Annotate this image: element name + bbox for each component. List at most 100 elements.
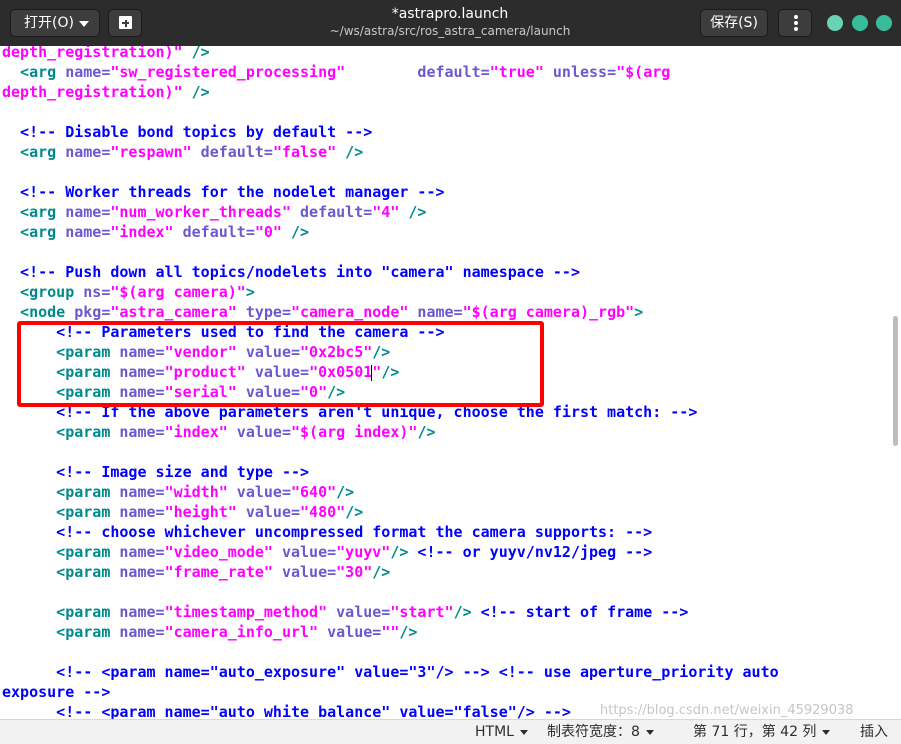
code-token: "video_mode" xyxy=(164,543,273,561)
menu-button[interactable] xyxy=(778,9,812,37)
code-line: <!-- <param name="auto_exposure" value="… xyxy=(2,662,779,682)
code-line: <!-- choose whichever uncompressed forma… xyxy=(2,522,652,542)
open-button[interactable]: 打开(O) xyxy=(10,9,100,37)
code-token: "0" xyxy=(254,223,282,241)
close-button[interactable] xyxy=(876,15,892,31)
code-token: <arg xyxy=(2,143,57,161)
file-path: ~/ws/astra/src/ros_astra_camera/launch xyxy=(329,24,571,38)
code-token: /> xyxy=(372,563,391,581)
code-token: <!-- Disable bond topics by default --> xyxy=(2,123,373,141)
code-token: "index" xyxy=(164,423,228,441)
code-token: /> xyxy=(399,203,427,221)
code-token: /> xyxy=(182,46,210,61)
code-token: "timestamp_method" xyxy=(164,603,328,621)
save-button[interactable]: 保存(S) xyxy=(700,9,768,37)
code-token: <!-- Worker threads for the nodelet mana… xyxy=(2,183,445,201)
code-token: "astra_camera" xyxy=(110,303,237,321)
code-token: "$(arg camera)" xyxy=(110,283,246,301)
code-line: <param name="camera_info_url" value=""/> xyxy=(2,622,417,642)
code-token: value= xyxy=(272,543,337,561)
cursor-position-label: 第 71 行，第 42 列 xyxy=(693,724,817,740)
code-token: /> xyxy=(336,143,364,161)
minimize-button[interactable] xyxy=(827,15,843,31)
code-line: <!-- Image size and type --> xyxy=(2,462,309,482)
code-token: <param xyxy=(2,623,111,641)
insert-mode[interactable]: 插入 xyxy=(860,724,888,741)
code-token: value= xyxy=(227,483,291,501)
code-token: <group xyxy=(2,283,75,301)
code-token: name= xyxy=(110,623,165,641)
code-token: <arg xyxy=(2,203,57,221)
tab-width-selector[interactable]: 制表符宽度：8 xyxy=(547,724,654,741)
code-line: <!-- Disable bond topics by default --> xyxy=(2,122,372,142)
new-document-button[interactable] xyxy=(108,9,142,37)
code-token: <arg xyxy=(2,223,57,241)
code-token: /> xyxy=(417,423,436,441)
code-token: default= xyxy=(291,203,373,221)
code-token: value= xyxy=(272,563,337,581)
menu-dot-icon xyxy=(794,15,798,19)
code-token: <!-- start of frame --> xyxy=(471,603,689,621)
code-token: "$(arg xyxy=(616,63,671,81)
code-token: "480" xyxy=(300,503,346,521)
new-document-icon xyxy=(119,16,132,29)
window-title: *astrapro.launch xyxy=(391,6,509,22)
tab-width-label: 制表符宽度：8 xyxy=(547,724,640,740)
code-token: name= xyxy=(110,503,165,521)
code-token: "camera_info_url" xyxy=(164,623,319,641)
code-token: /> xyxy=(182,83,210,101)
code-token: unless= xyxy=(543,63,617,81)
code-token: default= xyxy=(173,223,255,241)
code-token: <!-- <param name="auto_exposure" value="… xyxy=(2,663,779,681)
code-token: "$(arg camera)_rgb" xyxy=(462,303,635,321)
code-line: <param name="width" value="640"/> xyxy=(2,482,354,502)
code-token: <node xyxy=(2,303,66,321)
code-token: <arg xyxy=(2,63,57,81)
code-token: <!-- Push down all topics/nodelets into … xyxy=(2,263,580,281)
code-token: /> xyxy=(281,223,310,241)
code-token: /> xyxy=(390,543,409,561)
code-token: name= xyxy=(56,223,111,241)
language-selector[interactable]: HTML xyxy=(475,724,528,741)
code-token: "camera_node" xyxy=(291,303,409,321)
code-token: <!-- <param name="auto_white_balance" va… xyxy=(2,703,571,719)
code-token: "width" xyxy=(164,483,228,501)
code-token: <!-- choose whichever uncompressed forma… xyxy=(2,523,653,541)
code-token: name= xyxy=(56,203,111,221)
code-token: <param xyxy=(2,543,111,561)
code-token: name= xyxy=(110,423,165,441)
code-token: <param xyxy=(2,483,111,501)
menu-dot-icon xyxy=(794,27,798,31)
code-token: type= xyxy=(236,303,291,321)
code-token: <param xyxy=(2,603,111,621)
code-token: name= xyxy=(110,603,165,621)
code-token: "respawn" xyxy=(110,143,192,161)
code-line: <param name="timestamp_method" value="st… xyxy=(2,602,688,622)
code-token: <!-- or yuyv/nv12/jpeg --> xyxy=(408,543,653,561)
vertical-scrollbar[interactable] xyxy=(893,316,898,446)
code-token: /> xyxy=(453,603,472,621)
code-token: "height" xyxy=(164,503,237,521)
code-line: depth_registration)" /> xyxy=(2,82,210,102)
code-line: <param name="index" value="$(arg index)"… xyxy=(2,422,436,442)
code-line: <arg name="respawn" default="false" /> xyxy=(2,142,363,162)
code-token: value= xyxy=(236,503,301,521)
code-line: <!-- Worker threads for the nodelet mana… xyxy=(2,182,445,202)
code-token: > xyxy=(634,303,644,321)
code-line: exposure --> xyxy=(2,682,110,702)
code-token: depth_registration)" xyxy=(2,46,183,61)
code-token: name= xyxy=(408,303,463,321)
chevron-down-icon xyxy=(79,21,89,27)
code-token: "num_worker_threads" xyxy=(110,203,291,221)
open-button-label: 打开(O) xyxy=(24,15,74,31)
chevron-down-icon xyxy=(822,729,831,735)
code-token: "sw_registered_processing" xyxy=(110,63,346,81)
code-token: "false" xyxy=(272,143,337,161)
code-token: ns= xyxy=(74,283,111,301)
code-token: <param xyxy=(2,503,111,521)
code-line: <param name="frame_rate" value="30"/> xyxy=(2,562,390,582)
maximize-button[interactable] xyxy=(852,15,868,31)
cursor-position[interactable]: 第 71 行，第 42 列 xyxy=(693,724,831,741)
code-token: value= xyxy=(227,423,291,441)
code-token: <param xyxy=(2,563,111,581)
